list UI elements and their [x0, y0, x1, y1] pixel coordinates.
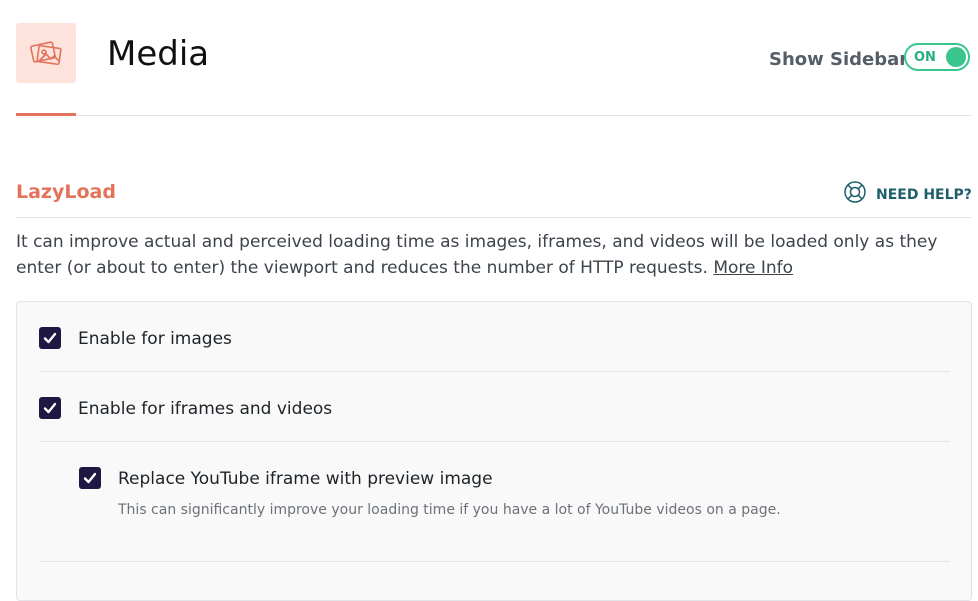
checkmark-icon — [43, 402, 57, 414]
more-info-link[interactable]: More Info — [713, 258, 793, 278]
enable-images-label[interactable]: Enable for images — [78, 329, 232, 349]
option-row-images: Enable for images — [17, 302, 971, 372]
youtube-preview-description: This can significantly improve your load… — [118, 502, 781, 518]
enable-iframes-checkbox[interactable] — [39, 397, 61, 419]
need-help-label: NEED HELP? — [876, 186, 972, 203]
header-divider — [76, 115, 972, 116]
page-title: Media — [107, 34, 210, 74]
checkmark-icon — [83, 472, 97, 484]
section-description: It can improve actual and perceived load… — [16, 229, 972, 281]
show-sidebar-toggle[interactable]: ON — [904, 43, 970, 71]
checkmark-icon — [43, 332, 57, 344]
youtube-preview-label[interactable]: Replace YouTube iframe with preview imag… — [118, 469, 493, 489]
page-header: Media Show Sidebar ON — [0, 0, 978, 116]
toggle-knob — [946, 47, 966, 67]
section-title: LazyLoad — [16, 181, 116, 203]
description-text: It can improve actual and perceived load… — [16, 232, 938, 278]
need-help-link[interactable]: NEED HELP? — [843, 180, 972, 209]
row-divider — [39, 561, 950, 562]
youtube-preview-checkbox[interactable] — [79, 467, 101, 489]
lifebuoy-icon — [843, 180, 867, 209]
enable-images-checkbox[interactable] — [39, 327, 61, 349]
media-images-icon — [16, 23, 76, 83]
enable-iframes-label[interactable]: Enable for iframes and videos — [78, 399, 332, 419]
lazyload-options-panel: Enable for images Enable for iframes and… — [16, 301, 972, 601]
option-row-iframes: Enable for iframes and videos — [17, 372, 971, 442]
toggle-state-label: ON — [914, 50, 936, 65]
option-row-youtube: Replace YouTube iframe with preview imag… — [17, 442, 971, 562]
show-sidebar-label: Show Sidebar — [769, 49, 909, 70]
section-divider — [16, 217, 972, 218]
active-tab-indicator — [16, 113, 76, 116]
